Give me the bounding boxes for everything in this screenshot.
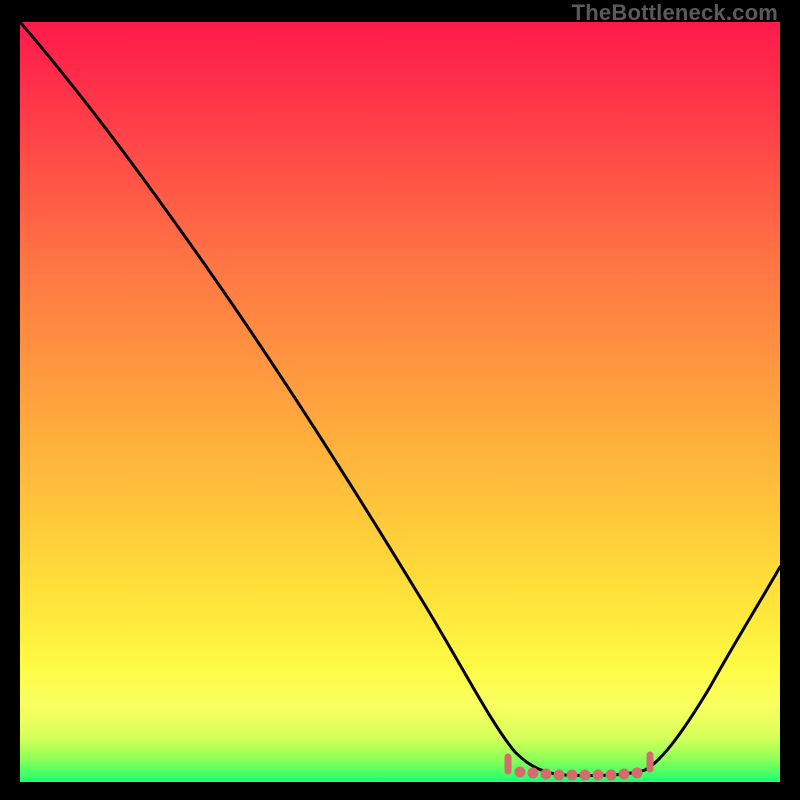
chart-frame (20, 22, 780, 782)
plot-area (20, 22, 780, 782)
bottleneck-curve (20, 22, 780, 775)
curve-svg (20, 22, 780, 782)
watermark-text: TheBottleneck.com (572, 0, 778, 26)
